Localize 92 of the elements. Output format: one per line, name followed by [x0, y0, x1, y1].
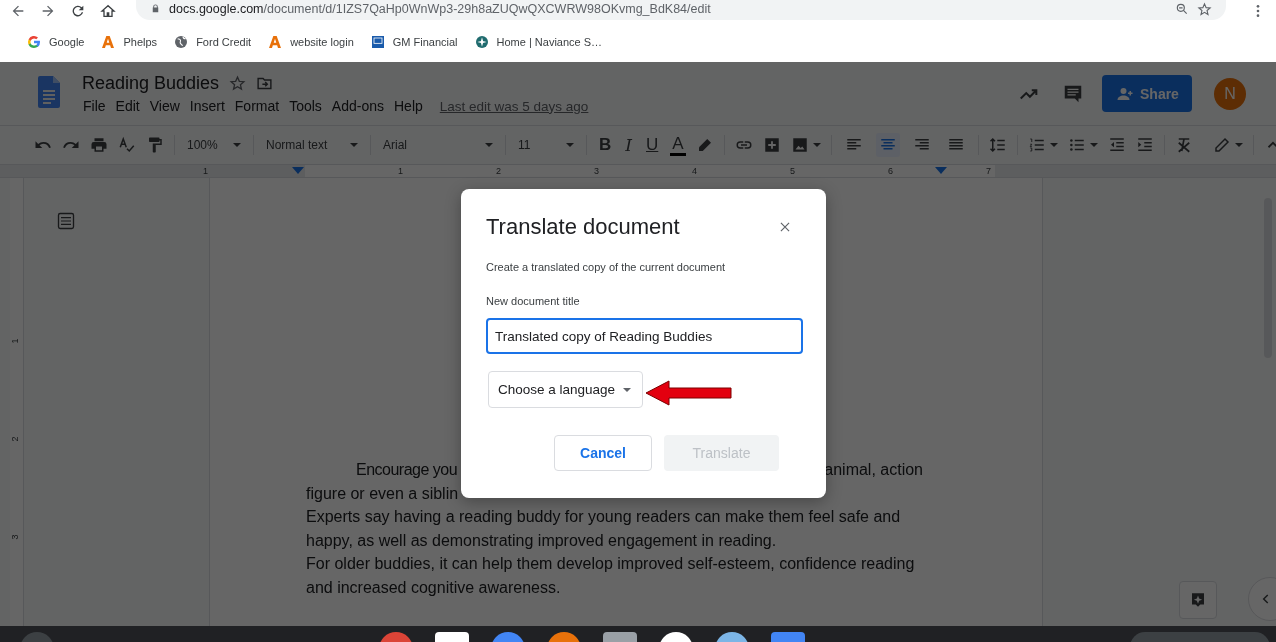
caret-icon	[233, 143, 241, 147]
menu-item[interactable]: Add-ons	[330, 98, 385, 114]
forward-icon[interactable]	[40, 3, 56, 19]
dialog-title: Translate document	[486, 213, 680, 241]
square-logo-icon	[369, 34, 386, 50]
font-dropdown[interactable]: Arial	[381, 138, 495, 152]
close-icon[interactable]	[778, 220, 792, 234]
increase-indent-icon[interactable]	[1135, 136, 1154, 154]
line-spacing-icon[interactable]	[988, 136, 1007, 154]
ruler-number: 7	[986, 165, 991, 177]
star-icon[interactable]	[229, 75, 247, 92]
ruler-number: 1	[203, 165, 208, 177]
menu-item[interactable]: Edit	[114, 98, 141, 114]
add-comment-icon[interactable]	[762, 136, 781, 154]
caret-icon[interactable]	[1089, 143, 1098, 147]
ruler-number: 1	[398, 165, 403, 177]
indent-marker-icon[interactable]	[935, 167, 947, 174]
reload-icon[interactable]	[70, 3, 86, 19]
menu-item[interactable]: File	[82, 98, 107, 114]
letter-a-logo-icon	[267, 34, 284, 50]
ruler-number: 6	[888, 165, 893, 177]
outline-icon[interactable]	[56, 211, 76, 231]
globe-icon	[173, 34, 190, 50]
zoom-icon[interactable]	[1175, 2, 1189, 16]
lock-icon	[150, 2, 161, 14]
letter-a-logo-icon	[100, 34, 117, 50]
underline-button[interactable]: U	[644, 135, 661, 155]
back-icon[interactable]	[10, 3, 26, 19]
explore-button[interactable]	[1179, 581, 1217, 619]
menu-item[interactable]: Tools	[288, 98, 323, 114]
language-dropdown[interactable]: Choose a language	[488, 371, 643, 408]
caret-icon[interactable]	[812, 143, 821, 147]
font-size-dropdown[interactable]: 11	[516, 138, 576, 152]
print-icon[interactable]	[90, 136, 108, 154]
share-button[interactable]: Share	[1102, 75, 1192, 112]
caret-icon	[566, 143, 574, 147]
numbered-list-icon[interactable]	[1027, 136, 1046, 154]
italic-button[interactable]: I	[623, 135, 634, 155]
pencil-icon[interactable]	[1212, 136, 1231, 154]
paragraph-text: Experts say having a reading buddy for young readers can make them feel safe and happy, as well as demonstrating improved engagement in reading.	[306, 507, 902, 551]
ruler-number: 3	[9, 534, 20, 540]
account-avatar[interactable]: N	[1214, 77, 1246, 110]
dialog-description: Create a translated copy of the current document	[486, 261, 727, 273]
compass-logo-icon	[473, 34, 490, 50]
bookmark-link[interactable]: Home | Naviance S…	[473, 34, 603, 50]
bulleted-list-icon[interactable]	[1067, 136, 1086, 154]
menu-item[interactable]: View	[148, 98, 181, 114]
caret-icon	[485, 143, 493, 147]
ruler-number: 2	[496, 165, 501, 177]
text-color-button[interactable]: A	[670, 134, 686, 156]
bookmark-link[interactable]: website login	[267, 34, 354, 50]
cancel-button[interactable]: Cancel	[554, 435, 652, 471]
bookmark-star-icon[interactable]	[1197, 1, 1212, 17]
url-text: docs.google.com/document/d/1IZS7QaHp0WnWp3-29h8aZUQwQXCWRW98OKvmg_BdK84/edit	[169, 2, 711, 16]
image-icon[interactable]	[790, 136, 809, 154]
bookmark-link[interactable]: Google	[26, 34, 85, 50]
home-icon[interactable]	[100, 3, 116, 19]
ruler-number: 3	[594, 165, 599, 177]
paragraph-text: animal, action	[824, 460, 923, 480]
paint-format-icon[interactable]	[146, 136, 164, 154]
bookmark-link[interactable]: GM Financial	[369, 34, 458, 50]
caret-icon[interactable]	[1049, 143, 1058, 147]
menu-item[interactable]: Insert	[188, 98, 226, 114]
paragraph-text: For older buddies, it can help them develop improved self-esteem, confidence reading and increased cognitive awareness.	[306, 554, 916, 598]
ruler-number: 4	[692, 165, 697, 177]
last-edit-link[interactable]: Last edit was 5 days ago	[439, 98, 589, 114]
google-logo-icon	[26, 34, 42, 50]
ruler-number: 2	[9, 436, 20, 442]
bookmark-link[interactable]: Phelps	[100, 34, 158, 50]
menu-item[interactable]: Format	[233, 98, 281, 114]
spellcheck-icon[interactable]	[118, 136, 136, 154]
field-label: New document title	[486, 295, 581, 307]
caret-icon	[350, 143, 358, 147]
caret-icon	[623, 387, 632, 392]
decrease-indent-icon[interactable]	[1107, 136, 1126, 154]
ruler-number: 1	[9, 338, 20, 344]
style-dropdown[interactable]: Normal text	[264, 138, 360, 152]
title-input-field[interactable]: Translated copy of Reading Buddies	[486, 318, 803, 354]
paragraph-text: figure or even a siblin	[306, 483, 459, 504]
indent-marker-icon[interactable]	[292, 167, 304, 174]
address-bar[interactable]: docs.google.com/document/d/1IZS7QaHp0WnWp3-29h8aZUQwQXCWRW98OKvmg_BdK84/edit	[136, 0, 1226, 20]
menu-item[interactable]: Help	[393, 98, 424, 114]
caret-icon[interactable]	[1234, 143, 1243, 147]
document-title[interactable]: Reading Buddies	[82, 73, 220, 94]
sparkle-icon	[1189, 591, 1207, 609]
zoom-dropdown[interactable]: 100%	[185, 138, 243, 152]
bookmark-link[interactable]: Ford Credit	[173, 34, 252, 50]
move-folder-icon[interactable]	[256, 75, 274, 92]
paragraph-text: Encourage you	[356, 460, 458, 480]
ruler-number: 5	[790, 165, 795, 177]
bold-button[interactable]: B	[597, 135, 614, 155]
docs-logo-icon	[38, 75, 60, 108]
